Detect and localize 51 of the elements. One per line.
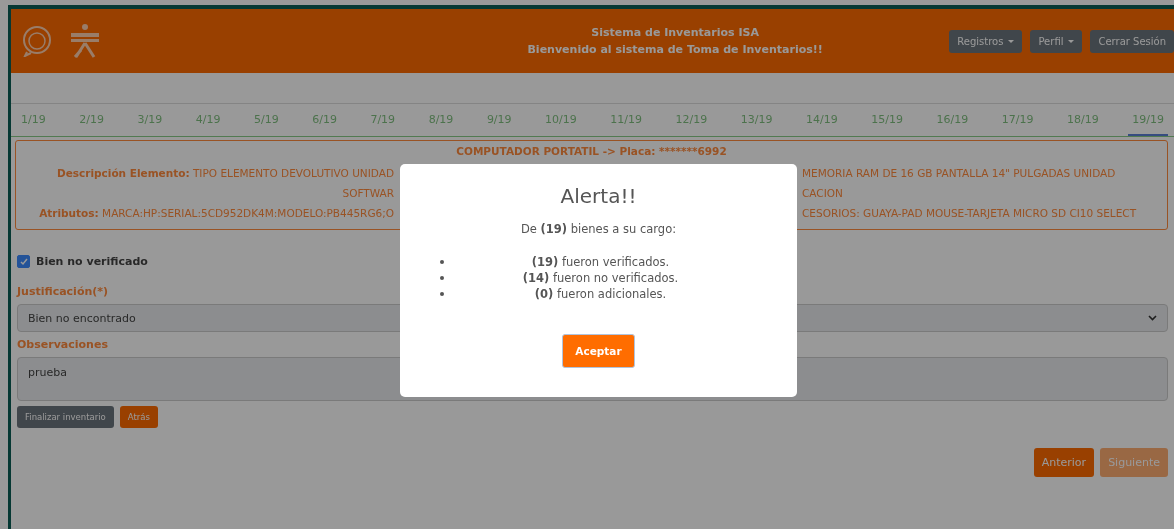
page-tab[interactable]: 17/19 bbox=[997, 104, 1038, 136]
field-label: Observaciones bbox=[17, 338, 108, 351]
menu-dropdown-button[interactable]: Perfil bbox=[1030, 29, 1083, 53]
page-tab[interactable]: 12/19 bbox=[671, 104, 712, 136]
caret-icon bbox=[1008, 39, 1015, 43]
bullet-icon bbox=[440, 260, 444, 264]
page-tab[interactable]: 2/19 bbox=[75, 104, 108, 136]
logout-button[interactable]: Cerrar Sesión bbox=[1090, 29, 1174, 53]
page-tab[interactable]: 3/19 bbox=[133, 104, 167, 136]
page-tab[interactable]: 15/19 bbox=[867, 104, 907, 136]
bullet-icon bbox=[440, 276, 444, 280]
item-detail-text: CESORIOS: GUAYA-PAD MOUSE-TARJETA MICRO SD CI10 SELECT bbox=[802, 207, 1137, 219]
welcome-text: Bienvenido al sistema de Toma de Inventarios!! bbox=[527, 43, 823, 56]
page-tab[interactable]: 6/19 bbox=[308, 104, 341, 136]
accept-button[interactable]: Aceptar bbox=[562, 334, 635, 368]
field-label: Justificación(*) bbox=[17, 285, 109, 298]
summary-text: (0) fueron adicionales. bbox=[533, 287, 668, 301]
summary-text: (14) fueron no verificados. bbox=[521, 271, 680, 285]
dialog-text: De (19) bienes a su cargo: bbox=[520, 222, 677, 236]
page-tab[interactable]: 9/19 bbox=[482, 104, 516, 136]
page-tab[interactable]: 11/19 bbox=[606, 104, 647, 136]
page-tab[interactable]: 5/19 bbox=[249, 104, 283, 136]
item-detail-text: Atributos: MARCA:HP:SERIAL:5CD952DK4M:MODELO:PB445RG6;O bbox=[39, 207, 394, 219]
page-tab[interactable]: 14/19 bbox=[802, 104, 842, 136]
dialog-title: Alerta!! bbox=[560, 184, 637, 208]
checkbox-label: Bien no verificado bbox=[36, 255, 148, 268]
page-tab[interactable]: 18/19 bbox=[1063, 104, 1103, 136]
face-logo-icon bbox=[21, 25, 53, 57]
item-detail-text: MEMORIA RAM DE 16 GB PANTALLA 14" PULGADAS UNIDAD bbox=[802, 167, 1116, 179]
page-tab[interactable]: 4/19 bbox=[191, 104, 225, 136]
page-tab[interactable]: 1/19 bbox=[17, 104, 50, 136]
back-button[interactable]: Atrás bbox=[119, 406, 158, 428]
caret-icon bbox=[1068, 39, 1075, 43]
nav-button[interactable]: Anterior bbox=[1033, 448, 1095, 477]
item-detail-text: Descripción Elemento: TIPO ELEMENTO DEVOLUTIVO UNIDAD bbox=[56, 167, 394, 179]
page-tab[interactable]: 13/19 bbox=[736, 104, 777, 136]
page-tab[interactable]: 16/19 bbox=[932, 104, 973, 136]
page-tab[interactable]: 7/19 bbox=[366, 104, 400, 136]
checkbox[interactable] bbox=[17, 255, 30, 268]
chevron-down-icon bbox=[1148, 315, 1157, 321]
menu-dropdown-button[interactable]: Registros bbox=[949, 29, 1023, 53]
item-detail-text: CACION bbox=[802, 187, 843, 199]
finish-button[interactable]: Finalizar inventario bbox=[17, 406, 114, 428]
page-tab[interactable]: 8/19 bbox=[424, 104, 458, 136]
item-detail-text: SOFTWAR bbox=[342, 187, 394, 199]
item-title: COMPUTADOR PORTATIL -> Placa: *******6992 bbox=[456, 145, 727, 157]
app-title: Sistema de Inventarios ISA bbox=[591, 26, 759, 39]
page-tab[interactable]: 10/19 bbox=[541, 104, 581, 136]
bullet-icon bbox=[440, 292, 444, 296]
page-tab[interactable]: 19/19 bbox=[1128, 104, 1168, 136]
summary-text: (19) fueron verificados. bbox=[530, 255, 671, 269]
